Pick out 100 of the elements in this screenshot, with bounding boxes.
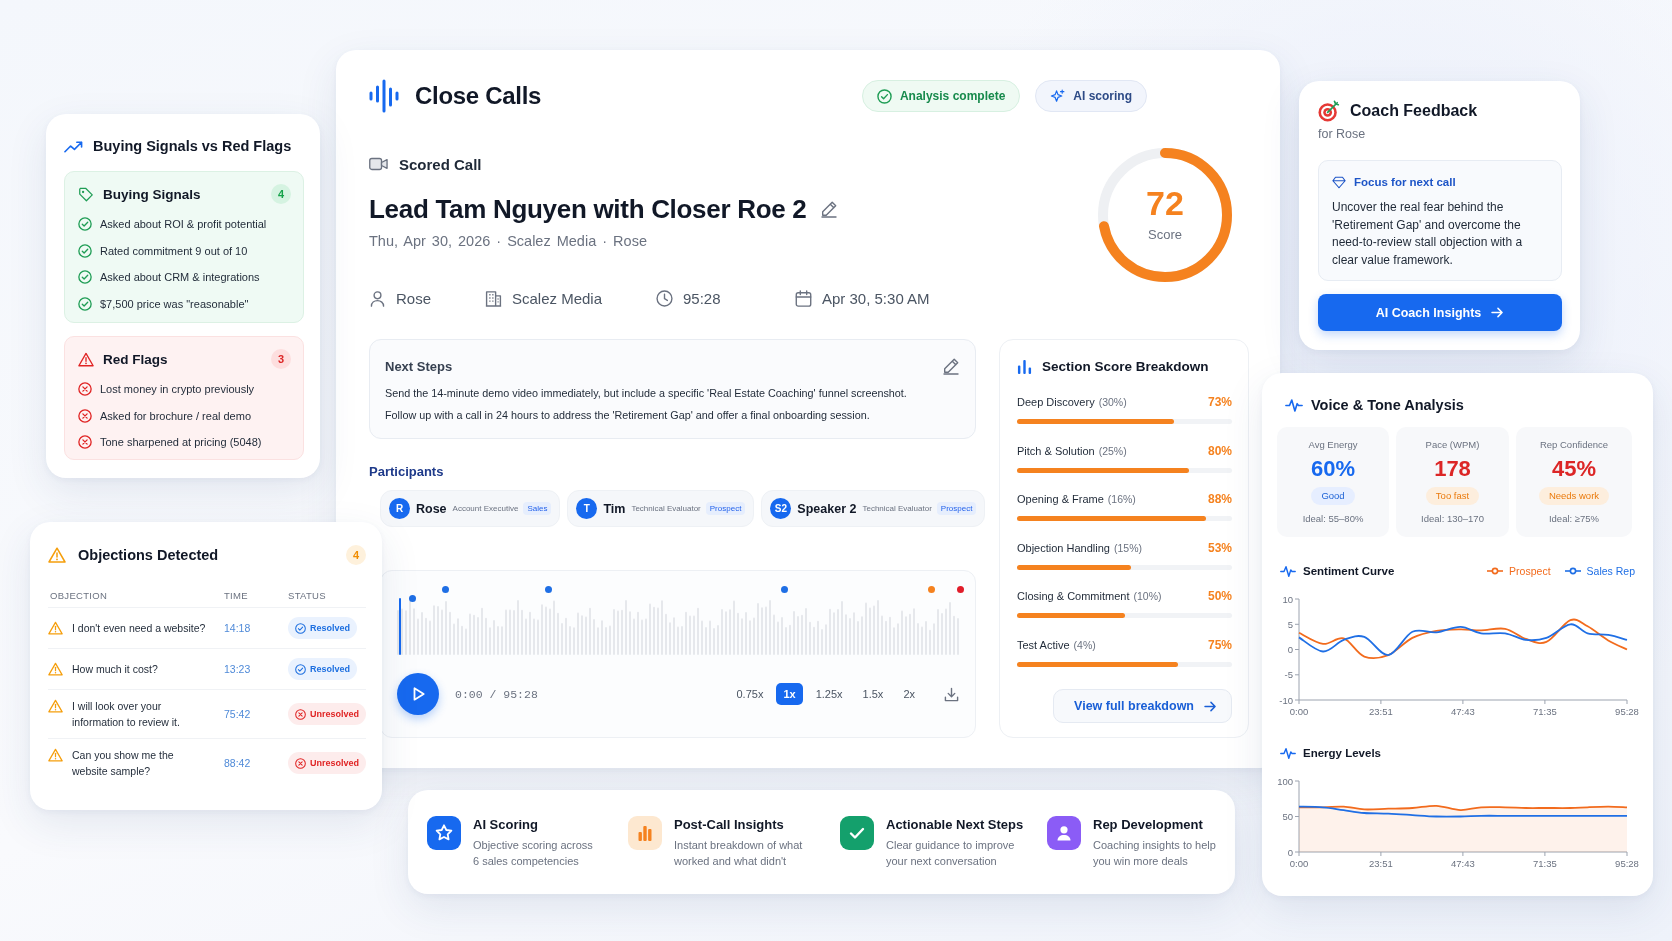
x-circle-icon (78, 408, 92, 423)
check-circle-icon (78, 243, 92, 258)
feature-title: Post-Call Insights (674, 817, 785, 833)
axis-tick-label: 10 (1282, 593, 1293, 605)
section-weight: (30%) (1098, 396, 1127, 408)
rating-badge: Good (1311, 487, 1355, 505)
warning-icon (48, 699, 63, 713)
warning-icon (48, 748, 63, 762)
x-circle-icon (295, 757, 306, 769)
participant-name: Speaker 2 (797, 501, 857, 516)
view-breakdown-button[interactable]: View full breakdown (1053, 689, 1232, 723)
participant-role: Account Executive (452, 504, 519, 513)
download-icon[interactable] (944, 686, 959, 702)
signal-text: Rated commitment 9 out of 10 (100, 244, 248, 257)
metric-label: Pace (WPM) (1425, 439, 1480, 451)
metric-label: Avg Energy (1308, 439, 1358, 451)
x-circle-icon (78, 382, 92, 397)
axis-tick-label: 47:43 (1451, 858, 1475, 869)
speed-option[interactable]: 1x (776, 683, 803, 705)
status-label: Resolved (310, 664, 351, 674)
next-steps-text: Follow up with a call in 24 hours to address the 'Retirement Gap' and offer a final onboarding session. (385, 408, 871, 423)
tag-icon (78, 186, 94, 202)
axis-tick-label: 95:28 (1615, 706, 1639, 717)
check-circle-icon (78, 270, 92, 285)
axis-tick-label: 23:51 (1369, 706, 1393, 717)
axis-tick-label: 95:28 (1615, 858, 1639, 869)
objection-text: Can you show me the website sample? (72, 748, 175, 779)
section-score: 80% (1207, 443, 1232, 458)
rating-badge: Too fast (1425, 487, 1480, 505)
section-label: Scored Call (399, 155, 482, 173)
section-weight: (10%) (1133, 590, 1162, 603)
speed-option[interactable]: 1.5x (855, 683, 891, 705)
clock-icon (656, 289, 673, 307)
pulse-icon (1285, 397, 1303, 413)
pencil-icon[interactable] (820, 200, 839, 218)
coach-subtitle: for Rose (1318, 126, 1367, 142)
speed-option[interactable]: 0.75x (729, 683, 771, 705)
participant-role: Technical Evaluator (631, 504, 701, 513)
x-circle-icon (78, 435, 92, 450)
axis-tick-label: 0:00 (1289, 706, 1309, 717)
section-name: Objection Handling (1017, 541, 1110, 554)
check-circle-icon (876, 88, 892, 104)
column-header: TIME (224, 590, 249, 601)
avatar: T (576, 498, 598, 519)
metric-ideal: Ideal: 55–80% (1302, 513, 1364, 525)
objection-time: 13:23 (224, 663, 252, 675)
avatar: R (389, 498, 410, 519)
feature-description: Coaching insights to help you win more deals (1093, 838, 1216, 869)
pulse-icon (1280, 746, 1296, 760)
column-header: STATUS (288, 590, 327, 601)
metric-ideal: Ideal: 130–170 (1421, 513, 1484, 525)
status-label: Resolved (310, 623, 351, 633)
score-value: 72 (1146, 184, 1184, 222)
section-score-title: Section Score Breakdown (1042, 358, 1209, 374)
speed-option[interactable]: 2x (896, 683, 922, 705)
warning-icon (48, 621, 63, 635)
pulse-icon (1280, 564, 1296, 578)
feature-description: Objective scoring across 6 sales competencies (473, 838, 594, 869)
metric-ideal: Ideal: ≥75% (1548, 513, 1600, 525)
call-detail: Scalez Media (512, 289, 603, 307)
call-detail: Apr 30, 5:30 AM (822, 289, 930, 307)
card-title: Objections Detected (78, 547, 219, 563)
participant-role: Technical Evaluator (862, 504, 932, 513)
signal-text: Tone sharpened at pricing (5048) (100, 436, 262, 449)
target-icon (1318, 100, 1340, 122)
coach-insights-button[interactable]: AI Coach Insights (1318, 294, 1562, 331)
signal-text: Asked about ROI & profit potential (100, 218, 267, 231)
feature-title: AI Scoring (473, 817, 539, 833)
metric-value: 178 (1434, 456, 1471, 482)
count-badge: 4 (271, 184, 291, 204)
section-name: Deep Discovery (1017, 396, 1095, 408)
sparkle-icon (1050, 88, 1066, 104)
avatar: S2 (770, 498, 792, 519)
axis-tick-label: -5 (1284, 669, 1293, 681)
status-label: Unresolved (310, 758, 360, 768)
status-label: Unresolved (310, 709, 360, 719)
column-header: OBJECTION (49, 590, 109, 601)
warning-icon (48, 547, 66, 563)
axis-tick-label: 0 (1287, 846, 1293, 858)
metric-value: 60% (1310, 456, 1355, 482)
section-name: Opening & Frame (1017, 493, 1104, 506)
speed-option[interactable]: 1.25x (808, 683, 850, 705)
pencil-icon[interactable] (942, 357, 960, 375)
feature-title: Rep Development (1093, 817, 1204, 833)
card-title: Buying Signals vs Red Flags (93, 138, 292, 154)
play-button[interactable] (397, 673, 439, 715)
group-title: Red Flags (103, 351, 168, 367)
section-weight: (15%) (1113, 541, 1142, 554)
count-badge: 4 (346, 545, 366, 565)
chart-title: Energy Levels (1303, 747, 1381, 759)
section-name: Closing & Commitment (1017, 590, 1130, 603)
section-weight: (16%) (1107, 493, 1136, 506)
signal-text: Asked for brochure / real demo (100, 409, 252, 422)
arrow-right-icon (1491, 307, 1505, 318)
check-circle-icon (295, 622, 306, 634)
bar-chart-icon (628, 816, 662, 850)
role-tag: Sales (523, 502, 552, 515)
legend-label: Sales Rep (1586, 565, 1635, 577)
role-tag: Prospect (705, 502, 746, 515)
signal-text: Lost money in crypto previously (100, 383, 255, 396)
